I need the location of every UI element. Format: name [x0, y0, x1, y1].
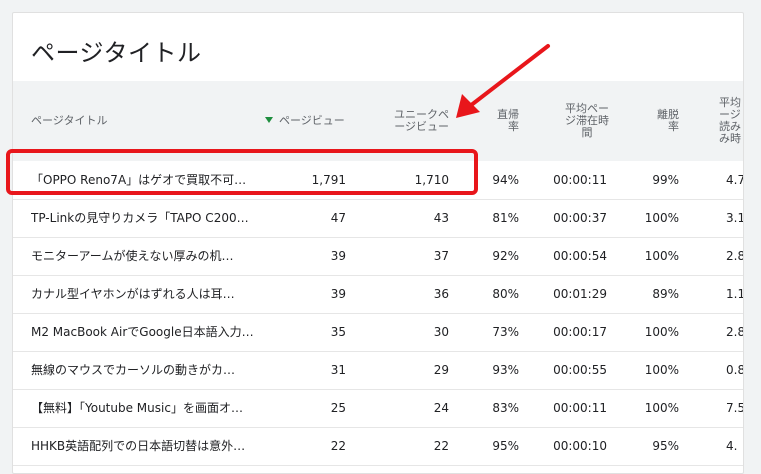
annotation-arrow-icon [456, 44, 550, 118]
